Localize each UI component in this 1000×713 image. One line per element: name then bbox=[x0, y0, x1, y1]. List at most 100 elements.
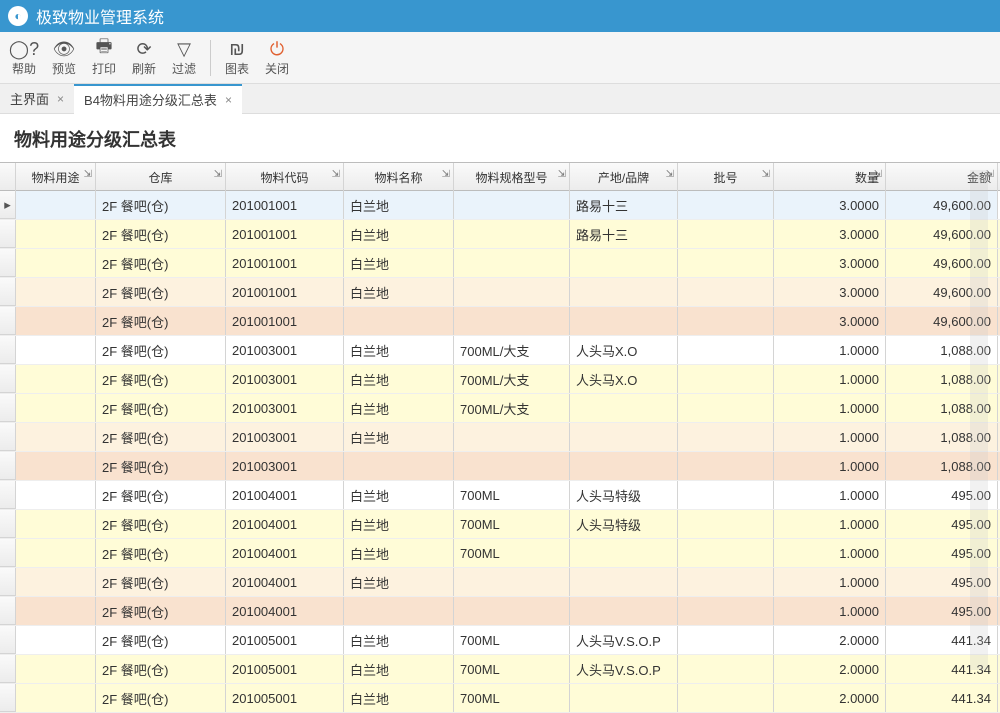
tab-close-icon[interactable]: × bbox=[225, 93, 232, 107]
cell: 1.0000 bbox=[774, 423, 886, 451]
row-indicator[interactable] bbox=[0, 249, 16, 277]
cell: 3.0000 bbox=[774, 191, 886, 219]
data-grid: 物料用途⇲ 仓库⇲ 物料代码⇲ 物料名称⇲ 物料规格型号⇲ 产地/品牌⇲ 批号⇲… bbox=[0, 162, 1000, 713]
row-selector-header[interactable] bbox=[0, 163, 16, 191]
pin-icon: ⇲ bbox=[332, 169, 340, 180]
toolbar: ◯?帮助 👁预览 🖶打印 ⟳刷新 ▽过滤 ₪图表 ⏻关闭 bbox=[0, 32, 1000, 84]
tab-strip: 主界面 × B4物料用途分级汇总表 × bbox=[0, 84, 1000, 114]
table-row[interactable]: 2F 餐吧(仓)201004001白兰地1.0000495.00 bbox=[0, 568, 1000, 597]
row-indicator[interactable] bbox=[0, 568, 16, 596]
close-label: 关闭 bbox=[265, 60, 289, 77]
tab-main[interactable]: 主界面 × bbox=[0, 84, 74, 114]
cell bbox=[570, 452, 678, 480]
row-indicator[interactable]: ▸ bbox=[0, 191, 16, 219]
col-header[interactable]: 物料名称⇲ bbox=[344, 163, 454, 191]
row-indicator[interactable] bbox=[0, 655, 16, 683]
cell: 3.0000 bbox=[774, 307, 886, 335]
col-header[interactable]: 产地/品牌⇲ bbox=[570, 163, 678, 191]
app-logo-icon: ◐ bbox=[8, 6, 28, 26]
filter-label: 过滤 bbox=[172, 60, 196, 77]
cell: 1.0000 bbox=[774, 597, 886, 625]
cell: 人头马V.S.O.P bbox=[570, 655, 678, 683]
row-indicator[interactable] bbox=[0, 365, 16, 393]
table-row[interactable]: 2F 餐吧(仓)201003001白兰地700ML/大支人头马X.O1.0000… bbox=[0, 336, 1000, 365]
cell: 2.0000 bbox=[774, 684, 886, 712]
cell: 3.0000 bbox=[774, 220, 886, 248]
refresh-label: 刷新 bbox=[132, 60, 156, 77]
table-row[interactable]: 2F 餐吧(仓)201004001白兰地700ML人头马特级1.0000495.… bbox=[0, 510, 1000, 539]
cell bbox=[16, 481, 96, 509]
cell bbox=[16, 365, 96, 393]
row-indicator[interactable] bbox=[0, 394, 16, 422]
row-indicator[interactable] bbox=[0, 626, 16, 654]
row-indicator[interactable] bbox=[0, 684, 16, 712]
cell bbox=[570, 307, 678, 335]
cell bbox=[678, 336, 774, 364]
table-row[interactable]: ▸2F 餐吧(仓)201001001白兰地路易十三3.000049,600.00 bbox=[0, 191, 1000, 220]
table-row[interactable]: 2F 餐吧(仓)2010010013.000049,600.00 bbox=[0, 307, 1000, 336]
table-row[interactable]: 2F 餐吧(仓)201003001白兰地700ML/大支1.00001,088.… bbox=[0, 394, 1000, 423]
scrollbar[interactable] bbox=[970, 170, 988, 670]
cell: 白兰地 bbox=[344, 481, 454, 509]
row-indicator[interactable] bbox=[0, 597, 16, 625]
print-button[interactable]: 🖶打印 bbox=[84, 34, 124, 82]
chart-button[interactable]: ₪图表 bbox=[217, 34, 257, 82]
cell bbox=[16, 539, 96, 567]
table-row[interactable]: 2F 餐吧(仓)201005001白兰地700ML2.0000441.34 bbox=[0, 684, 1000, 713]
table-row[interactable]: 2F 餐吧(仓)201001001白兰地3.000049,600.00 bbox=[0, 249, 1000, 278]
cell: 700ML bbox=[454, 684, 570, 712]
table-row[interactable]: 2F 餐吧(仓)201001001白兰地路易十三3.000049,600.00 bbox=[0, 220, 1000, 249]
row-indicator[interactable] bbox=[0, 481, 16, 509]
cell: 2F 餐吧(仓) bbox=[96, 597, 226, 625]
table-row[interactable]: 2F 餐吧(仓)2010040011.0000495.00 bbox=[0, 597, 1000, 626]
row-indicator[interactable] bbox=[0, 307, 16, 335]
cell: 700ML bbox=[454, 481, 570, 509]
row-indicator[interactable] bbox=[0, 510, 16, 538]
tab-report[interactable]: B4物料用途分级汇总表 × bbox=[74, 84, 242, 114]
cell: 人头马X.O bbox=[570, 336, 678, 364]
cell: 201003001 bbox=[226, 423, 344, 451]
close-button[interactable]: ⏻关闭 bbox=[257, 34, 297, 82]
table-row[interactable]: 2F 餐吧(仓)201003001白兰地700ML/大支人头马X.O1.0000… bbox=[0, 365, 1000, 394]
row-indicator[interactable] bbox=[0, 336, 16, 364]
cell bbox=[570, 423, 678, 451]
col-header[interactable]: 物料用途⇲ bbox=[16, 163, 96, 191]
cell: 201001001 bbox=[226, 191, 344, 219]
cell bbox=[570, 539, 678, 567]
row-indicator[interactable] bbox=[0, 539, 16, 567]
tab-close-icon[interactable]: × bbox=[57, 92, 64, 106]
table-row[interactable]: 2F 餐吧(仓)201004001白兰地700ML1.0000495.00 bbox=[0, 539, 1000, 568]
col-header[interactable]: 批号⇲ bbox=[678, 163, 774, 191]
cell: 2F 餐吧(仓) bbox=[96, 365, 226, 393]
cell: 2F 餐吧(仓) bbox=[96, 684, 226, 712]
cell: 201001001 bbox=[226, 220, 344, 248]
row-indicator[interactable] bbox=[0, 220, 16, 248]
table-row[interactable]: 2F 餐吧(仓)201005001白兰地700ML人头马V.S.O.P2.000… bbox=[0, 626, 1000, 655]
table-row[interactable]: 2F 餐吧(仓)201004001白兰地700ML人头马特级1.0000495.… bbox=[0, 481, 1000, 510]
col-header[interactable]: 仓库⇲ bbox=[96, 163, 226, 191]
filter-button[interactable]: ▽过滤 bbox=[164, 34, 204, 82]
cell bbox=[16, 684, 96, 712]
preview-button[interactable]: 👁预览 bbox=[44, 34, 84, 82]
cell: 201001001 bbox=[226, 278, 344, 306]
cell: 白兰地 bbox=[344, 220, 454, 248]
row-indicator[interactable] bbox=[0, 423, 16, 451]
cell: 700ML bbox=[454, 626, 570, 654]
table-row[interactable]: 2F 餐吧(仓)201001001白兰地3.000049,600.00 bbox=[0, 278, 1000, 307]
cell bbox=[678, 626, 774, 654]
cell: 201003001 bbox=[226, 365, 344, 393]
row-indicator[interactable] bbox=[0, 452, 16, 480]
cell: 白兰地 bbox=[344, 249, 454, 277]
cell: 2.0000 bbox=[774, 655, 886, 683]
help-button[interactable]: ◯?帮助 bbox=[4, 34, 44, 82]
col-header[interactable]: 数量⇲ bbox=[774, 163, 886, 191]
table-row[interactable]: 2F 餐吧(仓)2010030011.00001,088.00 bbox=[0, 452, 1000, 481]
col-header[interactable]: 物料规格型号⇲ bbox=[454, 163, 570, 191]
table-row[interactable]: 2F 餐吧(仓)201003001白兰地1.00001,088.00 bbox=[0, 423, 1000, 452]
row-indicator[interactable] bbox=[0, 278, 16, 306]
col-header[interactable]: 物料代码⇲ bbox=[226, 163, 344, 191]
pin-icon: ⇲ bbox=[666, 169, 674, 180]
cell bbox=[678, 307, 774, 335]
refresh-button[interactable]: ⟳刷新 bbox=[124, 34, 164, 82]
cell bbox=[16, 626, 96, 654]
